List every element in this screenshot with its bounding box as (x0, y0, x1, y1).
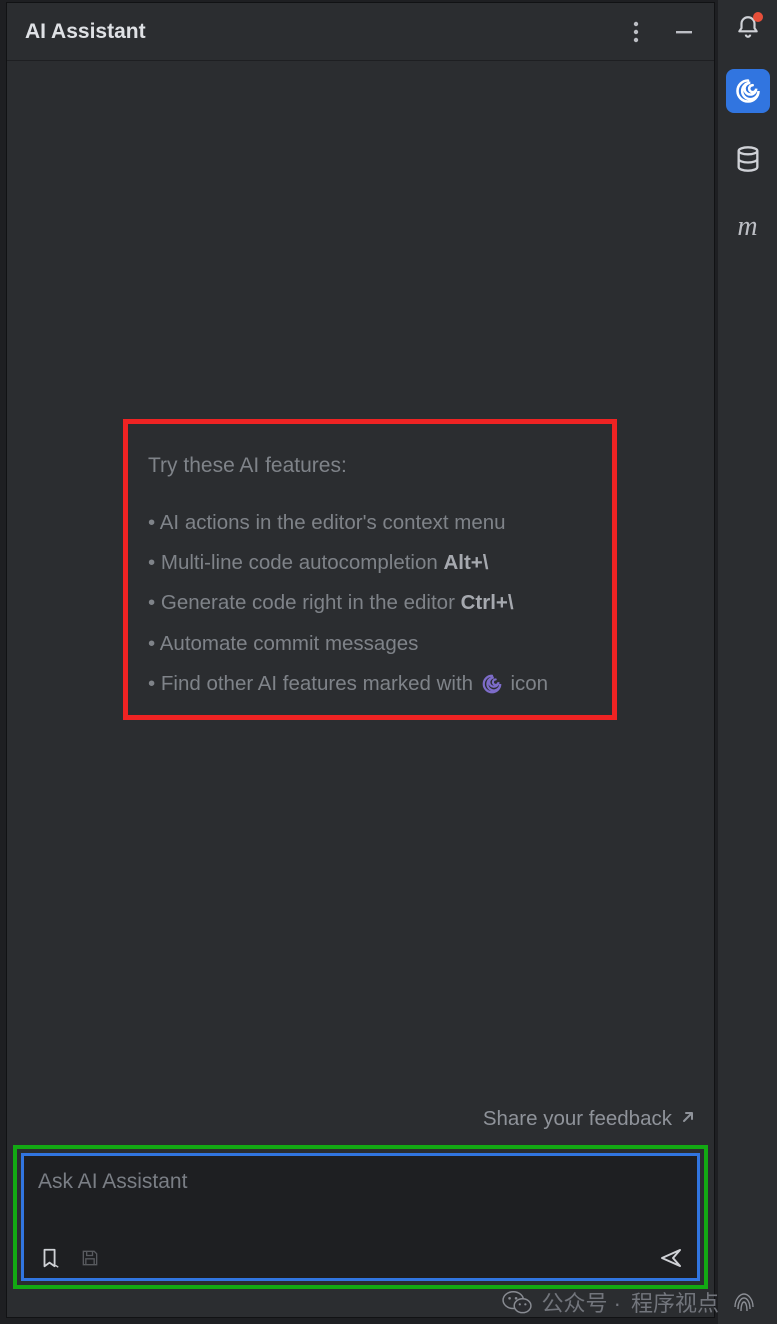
header-actions (624, 20, 696, 44)
keyboard-shortcut: Ctrl+\ (461, 591, 514, 614)
ai-assistant-panel: AI Assistant Try these AI features: AI a… (6, 2, 715, 1318)
tips-item: Find other AI features marked with icon (148, 664, 592, 704)
more-options-icon[interactable] (624, 20, 648, 44)
chat-input[interactable]: Ask AI Assistant (21, 1153, 700, 1281)
keyboard-shortcut: Alt+\ (443, 551, 488, 574)
share-feedback-link[interactable]: Share your feedback (483, 1107, 696, 1131)
watermark-account: 程序视点 (631, 1286, 719, 1318)
notifications-icon[interactable] (735, 14, 761, 45)
minimize-icon[interactable] (672, 20, 696, 44)
save-icon[interactable] (78, 1246, 102, 1270)
spiral-icon (481, 673, 503, 695)
tips-text: icon (505, 672, 548, 695)
input-area-highlight: Ask AI Assistant (13, 1145, 708, 1289)
tips-item: Multi-line code autocompletion Alt+\ (148, 543, 592, 583)
notification-dot (753, 12, 763, 22)
fingerprint-icon (729, 1287, 759, 1317)
tips-heading: Try these AI features: (148, 454, 592, 478)
wechat-icon (502, 1289, 532, 1315)
tips-box: Try these AI features: AI actions in the… (123, 419, 617, 720)
tips-item: Generate code right in the editor Ctrl+\ (148, 583, 592, 623)
chat-input-placeholder: Ask AI Assistant (38, 1170, 683, 1194)
tips-text: Multi-line code autocompletion (161, 551, 444, 574)
input-toolbar (38, 1246, 683, 1270)
tips-item: AI actions in the editor's context menu (148, 503, 592, 543)
bookmark-icon[interactable] (38, 1246, 62, 1270)
tips-list: AI actions in the editor's context menu … (148, 503, 592, 704)
database-icon[interactable] (726, 137, 770, 181)
right-sidebar: m (717, 0, 777, 1324)
watermark-prefix: 公众号 · (542, 1286, 621, 1318)
feedback-label: Share your feedback (483, 1107, 672, 1131)
send-icon[interactable] (659, 1246, 683, 1270)
watermark: 公众号 · 程序视点 (502, 1286, 759, 1318)
m-tool-icon[interactable]: m (726, 205, 770, 249)
panel-header: AI Assistant (7, 3, 714, 61)
tips-text: Find other AI features marked with (161, 672, 479, 695)
ai-assistant-tab-icon[interactable] (726, 69, 770, 113)
tips-text: Generate code right in the editor (161, 591, 461, 614)
external-link-icon (680, 1107, 696, 1131)
panel-title: AI Assistant (25, 20, 146, 44)
tips-item: Automate commit messages (148, 624, 592, 664)
panel-body: Try these AI features: AI actions in the… (7, 61, 714, 1145)
